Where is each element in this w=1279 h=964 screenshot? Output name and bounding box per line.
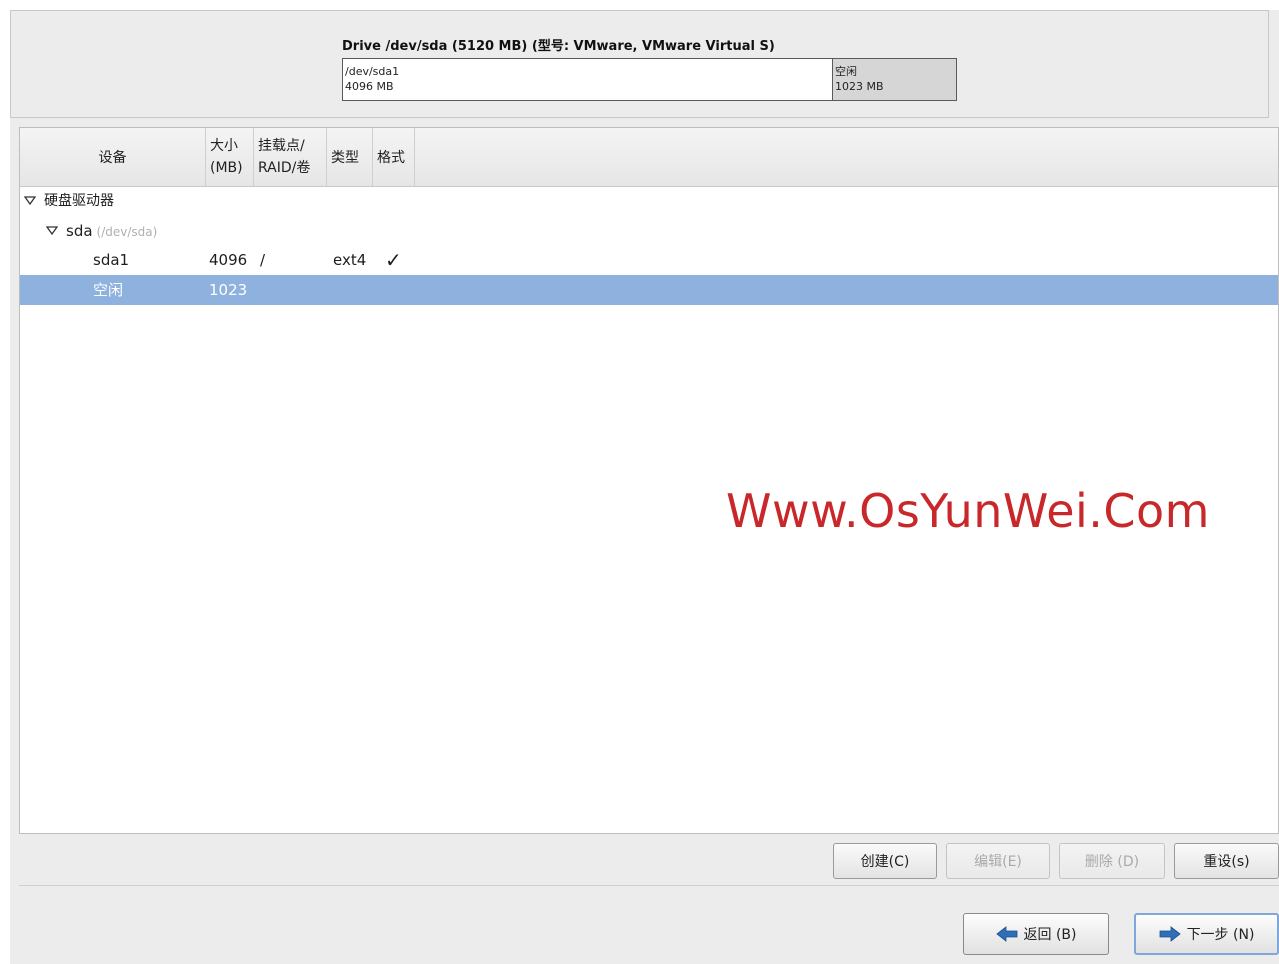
partition-segment-free[interactable]: 空闲 1023 MB — [833, 59, 956, 100]
column-format[interactable]: 格式 — [373, 128, 415, 186]
column-format-label: 格式 — [377, 150, 405, 166]
tree-row-hard-drives[interactable]: 硬盘驱动器 — [20, 186, 1278, 216]
expand-triangle-icon[interactable] — [24, 195, 36, 205]
cell-size: 4096 — [209, 251, 248, 269]
divider — [19, 885, 1279, 886]
back-arrow-icon — [995, 926, 1017, 942]
column-type[interactable]: 类型 — [327, 128, 373, 186]
reset-button[interactable]: 重设(s) — [1174, 843, 1279, 879]
column-device-label: 设备 — [98, 150, 127, 166]
disk-path: (/dev/sda) — [96, 225, 158, 239]
create-button[interactable]: 创建(C) — [833, 843, 937, 879]
table-header: 设备 大小 (MB) 挂载点/ RAID/卷 类型 格式 — [20, 128, 1278, 187]
drive-partition-bar: /dev/sda1 4096 MB 空闲 1023 MB — [342, 58, 957, 101]
partition-table: 设备 大小 (MB) 挂载点/ RAID/卷 类型 格式 硬盘驱动器 sda (… — [19, 127, 1279, 834]
tree-row-content: sda (/dev/sda) — [46, 216, 157, 246]
group-label: 硬盘驱动器 — [44, 193, 114, 209]
cell-mount: / — [260, 251, 266, 269]
segment-size: 1023 MB — [835, 80, 884, 93]
cell-type: ext4 — [333, 251, 367, 269]
disk-label: sda — [66, 222, 93, 240]
drive-title: Drive /dev/sda (5120 MB) (型号: VMware, VM… — [342, 39, 775, 54]
drive-header: Drive /dev/sda (5120 MB) (型号: VMware, VM… — [10, 10, 1269, 118]
watermark-text: Www.OsYunWei.Com — [726, 484, 1210, 538]
tree-row-sda[interactable]: sda (/dev/sda) — [20, 216, 1278, 246]
next-button[interactable]: 下一步 (N) — [1134, 913, 1279, 955]
column-size-label: 大小 (MB) — [210, 135, 243, 179]
table-row-sda1[interactable]: sda1 4096 / ext4 ✓ — [20, 245, 1278, 275]
expand-triangle-icon[interactable] — [46, 226, 58, 235]
column-mount-line1: 挂载点/ — [258, 138, 305, 154]
column-type-label: 类型 — [331, 150, 359, 166]
column-mount[interactable]: 挂载点/ RAID/卷 — [254, 128, 327, 186]
cell-device: 空闲 — [93, 281, 124, 299]
edit-button[interactable]: 编辑(E) — [946, 843, 1050, 879]
column-size-line1: 大小 — [210, 138, 238, 154]
cell-device: sda1 — [93, 251, 130, 269]
segment-size: 4096 MB — [345, 80, 394, 93]
column-size-line2: (MB) — [210, 160, 243, 176]
table-row-free[interactable]: 空闲 1023 — [20, 275, 1278, 305]
partition-segment-sda1[interactable]: /dev/sda1 4096 MB — [343, 59, 833, 100]
column-mount-line2: RAID/卷 — [258, 160, 311, 176]
tree-row-content: 硬盘驱动器 — [24, 186, 114, 216]
cell-size: 1023 — [209, 281, 248, 299]
segment-name: 空闲 — [835, 65, 857, 78]
back-button-label: 返回 (B) — [1023, 927, 1077, 943]
segment-name: /dev/sda1 — [345, 65, 400, 78]
next-button-label: 下一步 (N) — [1186, 927, 1255, 943]
delete-button[interactable]: 删除 (D) — [1059, 843, 1165, 879]
format-check-icon: ✓ — [385, 248, 402, 272]
column-mount-label: 挂载点/ RAID/卷 — [258, 135, 310, 179]
back-button[interactable]: 返回 (B) — [963, 913, 1109, 955]
next-arrow-icon — [1159, 926, 1181, 942]
column-device[interactable]: 设备 — [20, 128, 206, 186]
column-size[interactable]: 大小 (MB) — [206, 128, 254, 186]
